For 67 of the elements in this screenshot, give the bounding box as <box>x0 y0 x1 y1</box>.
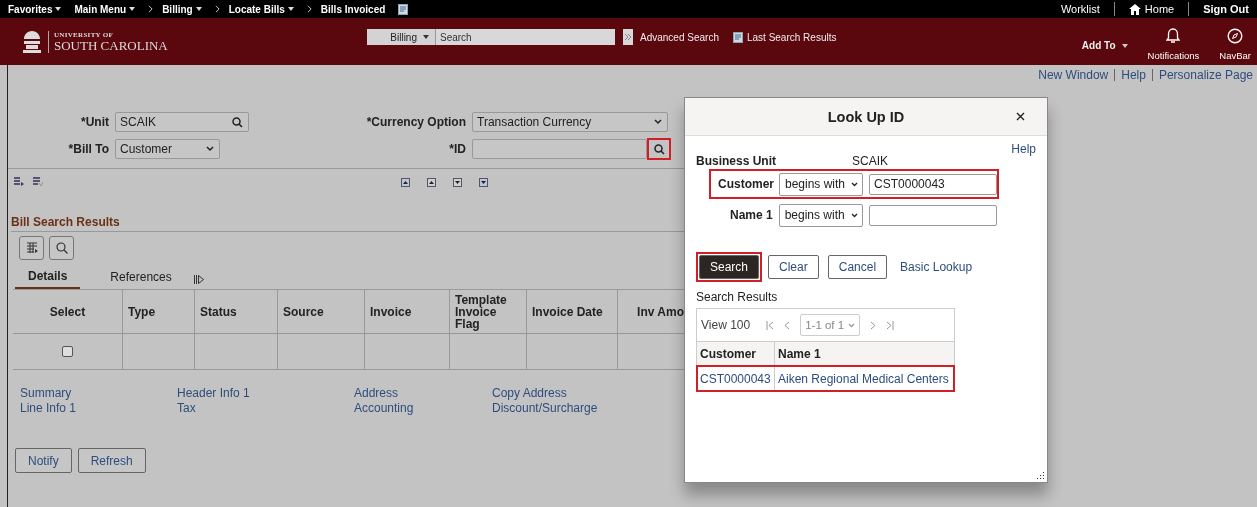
column-header: Type <box>123 290 195 333</box>
page-link[interactable]: Summary <box>20 386 177 400</box>
action-button[interactable]: Refresh <box>77 448 146 473</box>
column-header: Invoice Date <box>527 290 618 333</box>
field-label: *Unit <box>80 115 109 129</box>
view-all-link[interactable]: View 100 <box>701 318 751 332</box>
page-link[interactable]: Discount/Surcharge <box>492 401 598 415</box>
column-header: Name 1 <box>777 346 822 363</box>
nav-menu[interactable]: Main Menu <box>74 3 136 15</box>
criteria-field[interactable]: CST0000043 <box>869 173 997 195</box>
logo-title: SOUTH CAROLINA <box>54 39 168 52</box>
basic-lookup-link[interactable]: Basic Lookup <box>898 258 975 276</box>
top-link[interactable]: Home <box>1128 3 1175 15</box>
page-link[interactable]: Address <box>354 386 492 400</box>
top-link[interactable]: Sign Out <box>1203 3 1249 15</box>
last-search-results-link[interactable]: Last Search Results <box>732 31 837 43</box>
column-header: Select <box>13 290 123 333</box>
column-header: Inv Amo <box>636 303 684 321</box>
column-header: Customer <box>697 342 775 366</box>
tab[interactable]: References <box>110 269 172 289</box>
page-dropdown[interactable]: 1-1 of 1 <box>800 314 861 336</box>
notifications-button[interactable]: Notifications <box>1147 28 1200 61</box>
currency-option-dropdown[interactable]: Transaction Currency <box>472 112 668 132</box>
advanced-search-link[interactable]: Advanced Search <box>640 31 719 43</box>
page-link[interactable]: Copy Address <box>492 386 598 400</box>
column-header: Template Invoice Flag <box>450 290 527 333</box>
help-link[interactable]: Help <box>1011 142 1036 156</box>
page-link[interactable]: Line Info 1 <box>20 401 177 415</box>
result-link[interactable]: CST0000043 <box>697 366 775 391</box>
field-value: SCAIK <box>852 154 888 168</box>
add-to-menu[interactable]: Add To <box>1081 40 1128 51</box>
action-button[interactable]: Notify <box>15 448 72 473</box>
page-link[interactable]: New Window <box>1038 68 1109 82</box>
navbar-button[interactable]: NavBar <box>1219 28 1251 61</box>
field-label: *Bill To <box>67 142 109 156</box>
page-link[interactable]: Personalize Page <box>1158 68 1253 82</box>
page-link[interactable]: Header Info 1 <box>177 386 354 400</box>
tab[interactable]: Details <box>15 269 81 289</box>
unit-field[interactable]: SCAIK <box>115 112 249 132</box>
breadcrumb-link[interactable]: Locate Bills <box>228 3 294 15</box>
field-label: *ID <box>448 142 466 156</box>
column-header: Invoice <box>365 290 450 333</box>
column-header: Source <box>278 290 365 333</box>
field-label: Business Unit <box>696 154 777 168</box>
dialog-button[interactable]: Clear <box>768 255 819 279</box>
top-link[interactable]: Worklist <box>1060 3 1100 15</box>
page-link[interactable]: Tax <box>177 401 354 415</box>
page-link[interactable]: Help <box>1121 68 1146 82</box>
section-title: Search Results <box>696 290 779 304</box>
operator-dropdown[interactable]: begins with <box>778 203 863 227</box>
field-label: Name 1 <box>728 208 773 222</box>
page-link[interactable]: Accounting <box>354 401 492 415</box>
dialog-button[interactable]: Cancel <box>827 255 888 279</box>
breadcrumb-link[interactable]: Bills Invoiced <box>320 3 386 15</box>
search-scope-dropdown[interactable]: Billing <box>367 29 435 45</box>
column-header: Status <box>195 290 278 333</box>
dialog-button[interactable]: Search <box>699 255 760 279</box>
dialog-title: Look Up ID <box>827 108 905 125</box>
search-field[interactable]: Search <box>435 29 615 45</box>
nav-menu[interactable]: Favorites <box>8 3 62 15</box>
section-title: Bill Search Results <box>11 215 684 232</box>
result-link[interactable]: Aiken Regional Medical Centers <box>775 366 954 391</box>
field-label: Customer <box>718 177 773 191</box>
field-label: *Currency Option <box>365 115 466 129</box>
bill-to-dropdown[interactable]: Customer <box>115 139 220 159</box>
breadcrumb-link[interactable]: Billing <box>162 3 202 15</box>
operator-dropdown[interactable]: begins with <box>779 172 864 196</box>
